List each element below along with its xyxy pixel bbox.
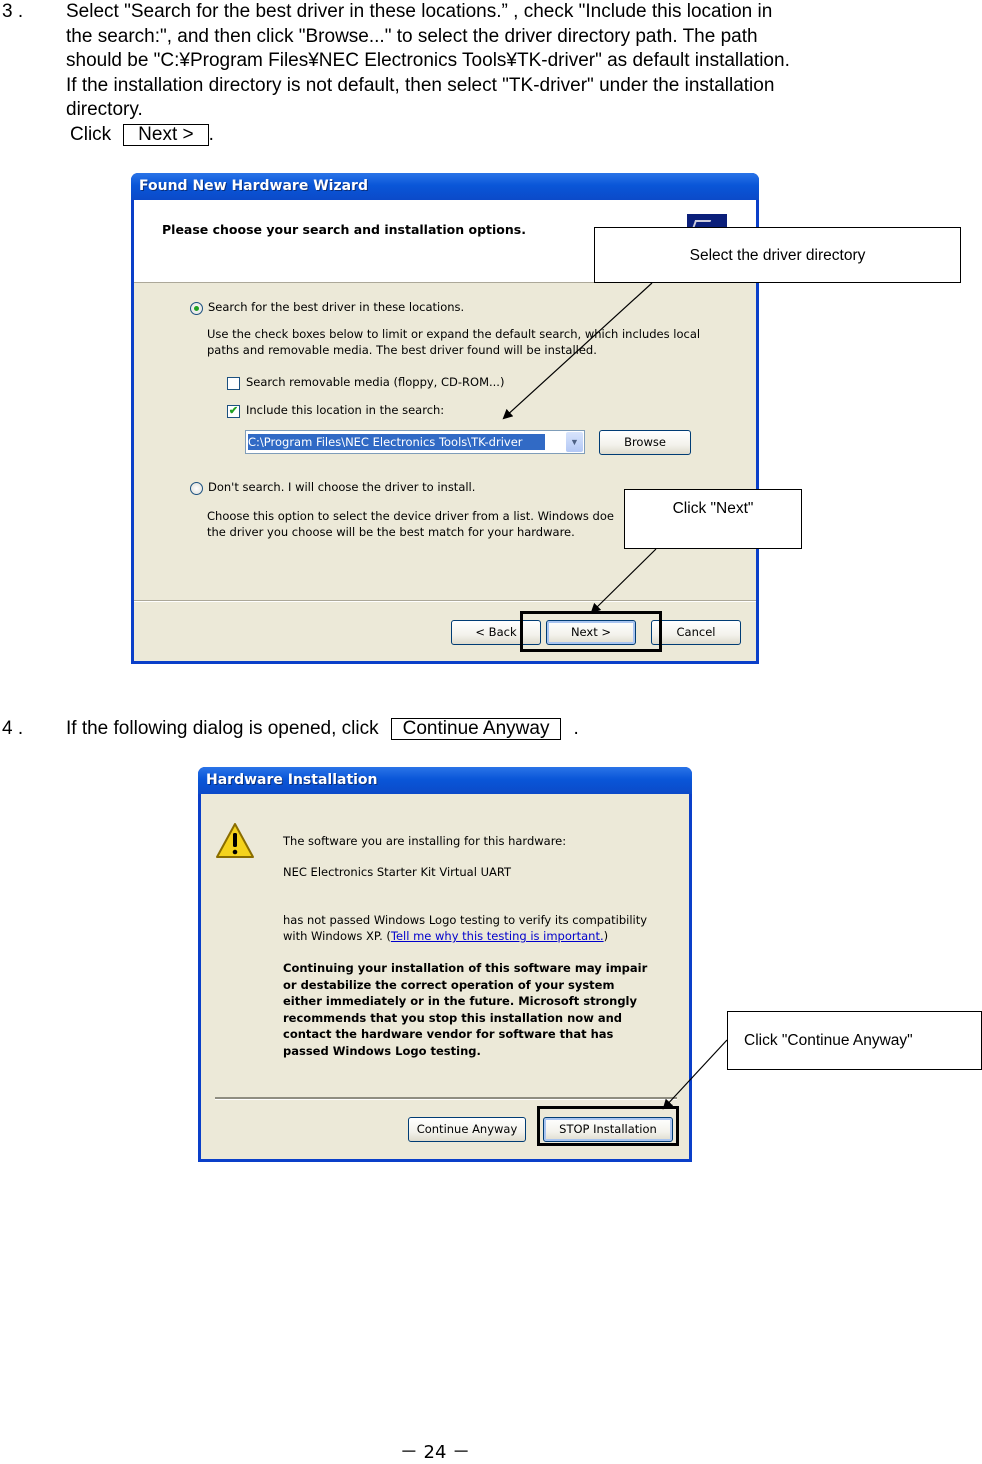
dont-search-radio[interactable] xyxy=(190,482,203,495)
click-prefix: Click xyxy=(70,123,112,145)
step-3-line: the search:", and then click "Browse..."… xyxy=(66,25,758,47)
browse-button[interactable]: Browse xyxy=(599,430,691,455)
step-4-number: 4 . xyxy=(2,718,24,739)
dialog-body: The software you are installing for this… xyxy=(201,794,689,1159)
chevron-down-icon[interactable]: ▼ xyxy=(566,432,583,452)
next-button-highlight xyxy=(520,611,662,652)
logo-testing-text: has not passed Windows Logo testing to v… xyxy=(283,912,647,944)
step-3-click-line: Click Next >. xyxy=(70,123,966,148)
click-suffix: . xyxy=(208,123,214,145)
callout-click-next: Click "Next" xyxy=(624,489,802,549)
dialog-title-bar: Hardware Installation xyxy=(198,767,692,794)
warning-line: recommends that you stop this installati… xyxy=(283,1010,623,1025)
dont-search-description: Choose this option to select the device … xyxy=(207,508,614,540)
step-3-line: should be "C:¥Program Files¥NEC Electron… xyxy=(66,50,790,71)
dialog-separator xyxy=(215,1097,677,1100)
include-location-checkbox[interactable]: ✔ xyxy=(227,405,240,418)
warning-line: passed Windows Logo testing. xyxy=(283,1043,481,1058)
warning-icon xyxy=(216,823,254,858)
continue-anyway-button[interactable]: Continue Anyway xyxy=(408,1117,526,1142)
device-name: NEC Electronics Starter Kit Virtual UART xyxy=(283,865,512,879)
inline-continue-anyway-label: Continue Anyway xyxy=(390,718,562,740)
description-line: Choose this option to select the device … xyxy=(207,509,614,523)
search-best-driver-radio[interactable] xyxy=(190,302,203,315)
step-4-suffix: . xyxy=(573,718,579,739)
wizard-header-text: Please choose your search and installati… xyxy=(162,222,526,237)
removable-media-label[interactable]: Search removable media (floppy, CD-ROM..… xyxy=(246,375,504,389)
search-best-driver-label[interactable]: Search for the best driver in these loca… xyxy=(208,300,464,314)
warning-line: contact the hardware vendor for software… xyxy=(283,1027,614,1041)
page-number: － 24 － xyxy=(399,1442,471,1463)
warning-line: either immediately or in the future. Mic… xyxy=(283,994,637,1008)
wizard-title-bar: Found New Hardware Wizard xyxy=(131,173,759,200)
callout-select-driver-directory: Select the driver directory xyxy=(594,227,961,283)
logo-prefix: with Windows XP. ( xyxy=(283,929,391,943)
driver-path-combobox[interactable]: C:\Program Files\NEC Electronics Tools\T… xyxy=(245,430,585,454)
callout-click-continue-anyway: Click "Continue Anyway" xyxy=(727,1011,982,1070)
dont-search-label[interactable]: Don't search. I will choose the driver t… xyxy=(208,480,475,494)
wizard-separator xyxy=(134,600,756,602)
step-3-line: directory. xyxy=(66,99,143,120)
removable-media-checkbox[interactable] xyxy=(227,377,240,390)
inline-next-button-label: Next > xyxy=(123,123,209,146)
why-testing-link[interactable]: Tell me why this testing is important. xyxy=(391,929,604,943)
checkmark-icon: ✔ xyxy=(228,405,239,417)
step-3-line: If the installation directory is not def… xyxy=(66,74,775,96)
description-line: the driver you choose will be the best m… xyxy=(207,525,575,539)
warning-text: Continuing your installation of this sof… xyxy=(283,960,647,1059)
include-location-label[interactable]: Include this location in the search: xyxy=(246,403,444,417)
step-4-instructions: If the following dialog is opened, click… xyxy=(66,717,579,742)
hardware-installation-dialog: Hardware Installation The software you a… xyxy=(198,767,692,1162)
search-description: Use the check boxes below to limit or ex… xyxy=(207,326,700,358)
warning-line: or destabilize the correct operation of … xyxy=(283,977,615,992)
step-3-number: 3 . xyxy=(2,1,24,22)
driver-path-value[interactable]: C:\Program Files\NEC Electronics Tools\T… xyxy=(248,434,545,450)
step-4-text: If the following dialog is opened, click xyxy=(66,718,379,739)
logo-suffix: ) xyxy=(603,929,609,943)
logo-line: has not passed Windows Logo testing to v… xyxy=(283,913,648,927)
cancel-button[interactable]: Cancel xyxy=(651,620,741,645)
step-3-line: Select "Search for the best driver in th… xyxy=(66,1,773,22)
software-installing-text: The software you are installing for this… xyxy=(283,834,567,848)
warning-line: Continuing your installation of this sof… xyxy=(283,961,648,975)
stop-installation-highlight xyxy=(537,1106,679,1146)
description-line: paths and removable media. The best driv… xyxy=(207,343,597,357)
logo-line: with Windows XP. (Tell me why this testi… xyxy=(283,928,647,944)
description-line: Use the check boxes below to limit or ex… xyxy=(207,327,701,341)
step-3-instructions: Select "Search for the best driver in th… xyxy=(66,0,966,147)
